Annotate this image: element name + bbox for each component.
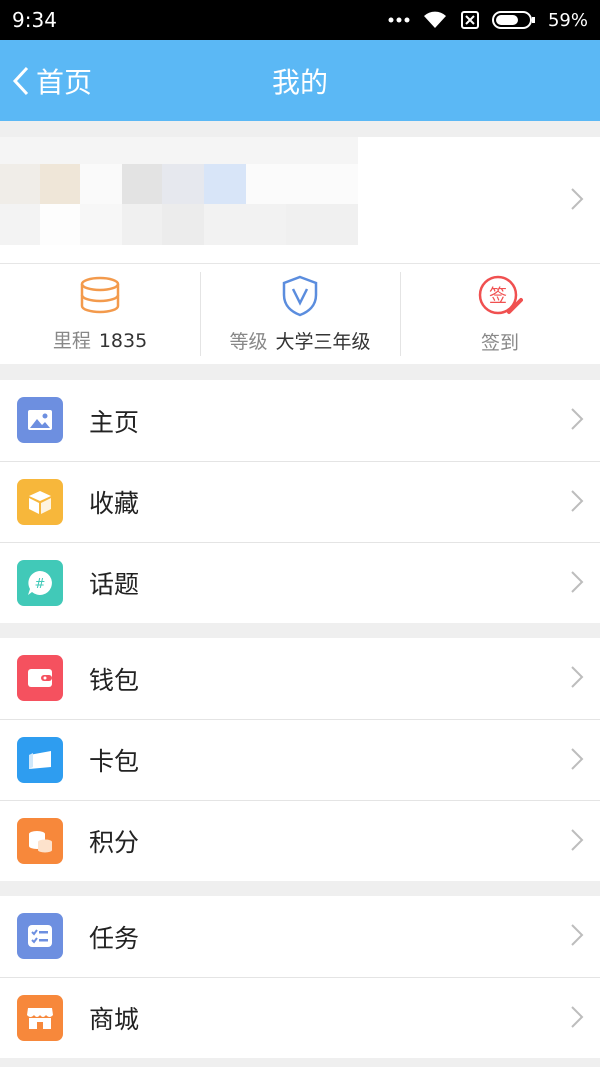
menu-item-label: 钱包 bbox=[89, 665, 140, 695]
menu-item-topics[interactable]: # 话题 bbox=[0, 542, 600, 623]
menu-item-label: 积分 bbox=[89, 828, 140, 857]
menu-item-favorites[interactable]: 收藏 bbox=[0, 461, 600, 542]
points-coins-icon bbox=[17, 818, 63, 864]
stat-label: 等级 bbox=[229, 330, 268, 353]
navigation-bar: 首页 我的 bbox=[0, 40, 600, 121]
chevron-right-icon bbox=[571, 924, 584, 946]
shop-icon bbox=[17, 995, 63, 1041]
menu-item-label: 卡包 bbox=[89, 747, 140, 776]
chevron-right-icon bbox=[571, 408, 584, 430]
menu-item-home[interactable]: 主页 bbox=[0, 380, 600, 461]
svg-text:签: 签 bbox=[489, 286, 507, 307]
stats-bar: 里程 1835 等级 大学三年级 签 签到 bbox=[0, 264, 600, 364]
image-icon bbox=[17, 397, 63, 443]
menu-item-shop[interactable]: 商城 bbox=[0, 977, 600, 1058]
stat-mileage[interactable]: 里程 1835 bbox=[0, 264, 200, 364]
menu-item-label: 收藏 bbox=[89, 489, 140, 518]
task-list-icon bbox=[17, 913, 63, 959]
shield-v-icon bbox=[282, 275, 318, 316]
chevron-right-icon bbox=[571, 1006, 584, 1028]
menu-item-points[interactable]: 积分 bbox=[0, 800, 600, 881]
menu-item-card-pack[interactable]: 卡包 bbox=[0, 719, 600, 800]
battery-percent: 59% bbox=[547, 9, 588, 31]
coin-stack-icon bbox=[80, 276, 120, 313]
sign-in-stamp-icon: 签 bbox=[478, 275, 523, 314]
chevron-right-icon bbox=[571, 666, 584, 688]
chevron-right-icon bbox=[571, 490, 584, 512]
stat-value: 大学三年级 bbox=[275, 330, 371, 353]
stat-label: 里程 bbox=[52, 329, 91, 352]
stat-value: 1835 bbox=[98, 329, 148, 352]
stat-label: 签到 bbox=[480, 331, 519, 354]
box-icon bbox=[17, 479, 63, 525]
wifi-icon bbox=[423, 11, 446, 28]
menu-group-2: 钱包 卡包 积分 bbox=[0, 638, 600, 881]
menu-item-wallet[interactable]: 钱包 bbox=[0, 638, 600, 719]
back-button[interactable]: 首页 bbox=[12, 40, 92, 121]
svg-text:#: # bbox=[35, 577, 46, 592]
menu-group-1: 主页 收藏 # 话题 bbox=[0, 380, 600, 623]
topic-bubble-icon: # bbox=[17, 560, 63, 606]
menu-item-label: 话题 bbox=[89, 570, 140, 599]
menu-item-label: 任务 bbox=[89, 923, 140, 953]
chevron-right-icon bbox=[571, 571, 584, 593]
menu-item-label: 主页 bbox=[89, 407, 140, 437]
status-bar: 9:34 59% bbox=[0, 0, 600, 40]
menu-item-tasks[interactable]: 任务 bbox=[0, 896, 600, 977]
menu-group-3: 任务 商城 bbox=[0, 896, 600, 1058]
battery-icon bbox=[491, 11, 535, 29]
chevron-right-icon bbox=[571, 748, 584, 770]
profile-card[interactable] bbox=[0, 137, 600, 264]
chevron-left-icon bbox=[12, 66, 29, 95]
chevron-right-icon bbox=[571, 188, 584, 210]
card-pack-icon bbox=[17, 737, 63, 783]
status-time: 9:34 bbox=[12, 8, 57, 32]
menu-item-label: 商城 bbox=[89, 1005, 140, 1034]
stat-level[interactable]: 等级 大学三年级 bbox=[200, 264, 400, 364]
no-sim-icon bbox=[460, 11, 479, 29]
more-dots-icon bbox=[388, 17, 410, 23]
stat-sign-in[interactable]: 签 签到 bbox=[400, 264, 600, 364]
blurred-avatar bbox=[0, 137, 358, 245]
back-label: 首页 bbox=[36, 65, 93, 99]
wallet-icon bbox=[17, 655, 63, 701]
chevron-right-icon bbox=[571, 829, 584, 851]
